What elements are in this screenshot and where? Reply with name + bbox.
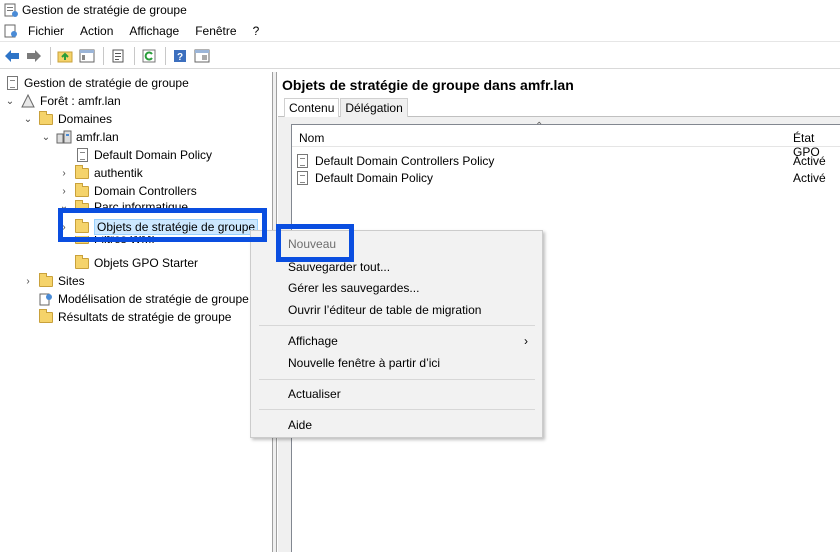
tree-default-domain-policy[interactable]: Default Domain Policy <box>74 146 212 164</box>
tree-sites-label: Sites <box>58 274 85 288</box>
modeling-icon <box>38 291 54 307</box>
menu-action[interactable]: Action <box>72 24 121 38</box>
toolbar: ? <box>0 43 840 69</box>
highlight-menu-nouveau <box>276 224 354 262</box>
toolbar-separator <box>103 46 104 65</box>
properties-icon[interactable] <box>108 46 128 66</box>
tree-modeling[interactable]: Modélisation de stratégie de groupe <box>38 290 249 308</box>
submenu-arrow-icon: › <box>524 334 528 348</box>
console-menu-icon[interactable] <box>4 24 18 38</box>
menu-item-aide[interactable]: Aide <box>251 414 542 436</box>
forest-icon <box>20 93 36 109</box>
tree-forest[interactable]: ⌄ Forêt : amfr.lan <box>4 92 121 110</box>
tree-results[interactable]: Résultats de stratégie de groupe <box>38 308 231 326</box>
highlight-tree-gpo-objects <box>58 208 267 242</box>
gpo-icon <box>297 153 313 168</box>
menu-item-editeur-migration[interactable]: Ouvrir l’éditeur de table de migration <box>251 299 542 321</box>
show-hide-tree-icon[interactable] <box>77 46 97 66</box>
chevron-down-icon[interactable]: ⌄ <box>40 131 52 143</box>
starter-folder-icon <box>74 254 90 271</box>
sort-ascending-icon: ⌃ <box>535 121 544 132</box>
row-status: Activé <box>793 153 826 168</box>
menu-item-nouvelle-fenetre[interactable]: Nouvelle fenêtre à partir d’ici <box>251 352 542 374</box>
help-icon[interactable]: ? <box>170 46 190 66</box>
tree-domain-label: amfr.lan <box>76 130 119 144</box>
menu-item-actualiser[interactable]: Actualiser <box>251 383 542 405</box>
sites-icon <box>38 272 54 289</box>
menu-separator <box>259 379 535 380</box>
up-folder-icon[interactable] <box>55 46 75 66</box>
title-bar: Gestion de stratégie de groupe <box>0 0 840 20</box>
menu-item-gerer-sauvegardes[interactable]: Gérer les sauvegardes... <box>251 277 542 299</box>
column-header-name[interactable]: Nom <box>299 131 324 145</box>
tree-pane: Gestion de stratégie de groupe ⌄ Forêt :… <box>0 72 273 552</box>
toolbar-separator <box>50 46 51 65</box>
menu-separator <box>259 325 535 326</box>
tree-dc-label: Domain Controllers <box>94 184 197 198</box>
forward-arrow-icon[interactable] <box>24 46 44 66</box>
gpo-icon <box>297 170 313 185</box>
chevron-down-icon[interactable]: ⌄ <box>22 113 34 125</box>
details-title: Objets de stratégie de groupe dans amfr.… <box>282 77 574 93</box>
tree-sites[interactable]: › Sites <box>22 272 85 290</box>
chevron-right-icon[interactable]: › <box>58 185 70 197</box>
tree-domains-label: Domaines <box>58 112 113 126</box>
gpo-link-icon <box>74 147 90 163</box>
row-name: Default Domain Controllers Policy <box>315 153 495 168</box>
tree-root[interactable]: Gestion de stratégie de groupe <box>4 74 189 92</box>
menu-item-affichage-label: Affichage <box>288 334 338 348</box>
tree-results-label: Résultats de stratégie de groupe <box>58 310 232 324</box>
tree-root-label: Gestion de stratégie de groupe <box>24 76 189 90</box>
menu-bar: Fichier Action Affichage Fenêtre ? <box>0 20 840 42</box>
domains-folder-icon <box>38 110 54 127</box>
details-tabs: Contenu Délégation <box>284 98 409 117</box>
ou-folder-icon <box>74 182 90 199</box>
tree-authentik-label: authentik <box>94 166 143 180</box>
svg-text:?: ? <box>177 52 183 63</box>
list-header: Nom ⌃ État GPO <box>292 121 840 159</box>
tree-authentik[interactable]: › authentik <box>58 164 143 182</box>
toolbar-separator <box>165 46 166 65</box>
table-row[interactable]: Default Domain Controllers Policy <box>297 152 494 169</box>
refresh-icon[interactable] <box>139 46 159 66</box>
domain-icon <box>56 129 72 145</box>
tab-delegation[interactable]: Délégation <box>340 98 408 117</box>
row-status: Activé <box>793 170 826 185</box>
tab-contenu[interactable]: Contenu <box>284 98 340 117</box>
gpmc-app-icon <box>4 3 18 17</box>
chevron-right-icon[interactable]: › <box>58 167 70 179</box>
tree-starter-label: Objets GPO Starter <box>94 256 199 270</box>
menu-help[interactable]: ? <box>245 24 268 38</box>
results-icon <box>38 308 54 325</box>
tree-default-policy-label: Default Domain Policy <box>94 148 213 162</box>
gpmc-icon <box>4 75 20 91</box>
tree-starter-gpos[interactable]: Objets GPO Starter <box>74 254 198 272</box>
chevron-down-icon[interactable]: ⌄ <box>4 95 16 107</box>
console-icon[interactable] <box>192 46 212 66</box>
back-arrow-icon[interactable] <box>2 46 22 66</box>
window-title: Gestion de stratégie de groupe <box>22 3 187 17</box>
tree-domains[interactable]: ⌄ Domaines <box>22 110 112 128</box>
menu-fenetre[interactable]: Fenêtre <box>187 24 244 38</box>
tree-forest-label: Forêt : amfr.lan <box>40 94 121 108</box>
row-name: Default Domain Policy <box>315 170 434 185</box>
menu-affichage[interactable]: Affichage <box>121 24 187 38</box>
menu-item-affichage[interactable]: Affichage › <box>251 330 542 352</box>
toolbar-separator <box>134 46 135 65</box>
tree-modeling-label: Modélisation de stratégie de groupe <box>58 292 249 306</box>
tree-domain-controllers[interactable]: › Domain Controllers <box>58 182 197 200</box>
tree-domain-amfr[interactable]: ⌄ amfr.lan <box>40 128 119 146</box>
menu-fichier[interactable]: Fichier <box>20 24 72 38</box>
ou-folder-icon <box>74 164 90 181</box>
chevron-right-icon[interactable]: › <box>22 275 34 287</box>
table-row[interactable]: Default Domain Policy <box>297 169 433 186</box>
menu-separator <box>259 409 535 410</box>
